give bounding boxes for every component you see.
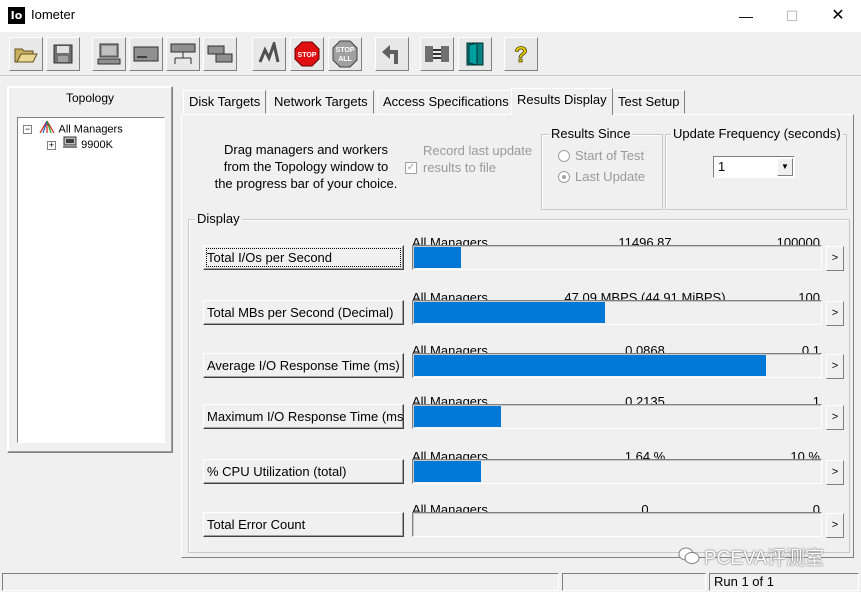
new-network-worker-button[interactable] bbox=[166, 37, 200, 71]
last-update-radio[interactable] bbox=[558, 171, 570, 183]
new-disk-worker-button[interactable] bbox=[129, 37, 163, 71]
metric-bar[interactable] bbox=[412, 512, 822, 537]
metric-more-button[interactable]: > bbox=[826, 513, 844, 538]
exit-icon bbox=[463, 41, 487, 67]
start-display-manager-icon bbox=[96, 42, 122, 66]
tab-results-display[interactable]: Results Display bbox=[511, 88, 613, 115]
metric-more-button[interactable]: > bbox=[826, 246, 844, 271]
collapse-icon[interactable]: − bbox=[23, 125, 32, 134]
tree-label: 9900K bbox=[81, 138, 113, 151]
results-since-title: Results Since bbox=[549, 126, 633, 141]
topology-panel: Topology − All Managers + 9900K bbox=[7, 86, 173, 453]
metric-more-button[interactable]: > bbox=[826, 301, 844, 326]
metric-bar[interactable] bbox=[412, 300, 822, 325]
save-disk-icon bbox=[52, 43, 74, 65]
update-frequency-title: Update Frequency (seconds) bbox=[671, 126, 843, 141]
maximize-button[interactable]: ☐ bbox=[769, 0, 815, 32]
svg-text:STOP: STOP bbox=[336, 47, 355, 54]
update-frequency-select[interactable]: 1 ▼ bbox=[713, 156, 795, 178]
tab-network-targets[interactable]: Network Targets bbox=[268, 90, 374, 114]
svg-text:ALL: ALL bbox=[338, 56, 352, 63]
update-frequency-value: 1 bbox=[718, 159, 726, 174]
title-bar: Io Iometer — ☐ ✕ bbox=[0, 0, 861, 32]
duplicate-worker-icon bbox=[206, 43, 234, 65]
open-folder-icon bbox=[13, 43, 39, 65]
last-update-label: Last Update bbox=[575, 169, 646, 184]
metric-select-button[interactable]: % CPU Utilization (total) bbox=[203, 459, 404, 484]
run-status: Run 1 of 1 bbox=[709, 573, 859, 591]
metric-select-button[interactable]: Total I/Os per Second bbox=[203, 245, 404, 270]
workers-button[interactable] bbox=[420, 37, 454, 71]
tab-access-specifications[interactable]: Access Specifications bbox=[377, 90, 515, 114]
display-label: Display bbox=[195, 211, 242, 226]
toolbar: STOP STOP ALL ? bbox=[0, 32, 861, 76]
start-of-test-radio[interactable] bbox=[558, 150, 570, 162]
tab-test-setup[interactable]: Test Setup bbox=[612, 90, 686, 114]
save-button[interactable] bbox=[46, 37, 80, 71]
new-network-worker-icon bbox=[169, 42, 197, 66]
metric-bar[interactable] bbox=[412, 245, 822, 270]
metric-bar-fill bbox=[414, 355, 766, 376]
expand-icon[interactable]: + bbox=[47, 140, 56, 150]
close-button[interactable]: ✕ bbox=[815, 0, 861, 32]
status-bar: Run 1 of 1 bbox=[0, 571, 861, 592]
topology-label: Topology bbox=[65, 91, 115, 105]
help-icon: ? bbox=[511, 41, 531, 67]
watermark: PCEVA评测室 bbox=[678, 543, 824, 571]
topology-tree[interactable]: − All Managers + 9900K bbox=[17, 117, 165, 443]
metric-bar[interactable] bbox=[412, 404, 822, 429]
minimize-button[interactable]: — bbox=[723, 0, 769, 32]
metric-select-button[interactable]: Total MBs per Second (Decimal) bbox=[203, 300, 404, 325]
record-last-checkbox[interactable]: ✓ bbox=[405, 162, 417, 174]
status-pane-middle bbox=[562, 573, 706, 591]
metric-select-button[interactable]: Maximum I/O Response Time (ms) bbox=[203, 404, 404, 429]
metric-bar-fill bbox=[414, 247, 461, 268]
tree-item-all-managers[interactable]: − All Managers bbox=[23, 120, 123, 135]
open-button[interactable] bbox=[9, 37, 43, 71]
stop-all-icon: STOP ALL bbox=[332, 40, 358, 68]
metric-bar-fill bbox=[414, 461, 481, 482]
svg-text:STOP: STOP bbox=[298, 52, 317, 59]
tree-label: All Managers bbox=[58, 123, 123, 136]
stop-button[interactable]: STOP bbox=[290, 37, 324, 71]
tab-disk-targets[interactable]: Disk Targets bbox=[183, 90, 267, 114]
start-tests-button[interactable] bbox=[252, 37, 286, 71]
watermark-text: PCEVA评测室 bbox=[704, 548, 825, 569]
metric-more-button[interactable]: > bbox=[826, 354, 844, 379]
tree-item-manager[interactable]: + 9900K bbox=[47, 136, 113, 151]
metric-bar-fill bbox=[414, 406, 501, 427]
app-icon: Io bbox=[8, 7, 25, 24]
reset-workers-icon bbox=[380, 42, 404, 66]
svg-text:?: ? bbox=[514, 42, 527, 67]
metric-select-button[interactable]: Total Error Count bbox=[203, 512, 404, 537]
metric-more-button[interactable]: > bbox=[826, 460, 844, 485]
start-tests-icon bbox=[257, 42, 281, 66]
status-pane-main bbox=[2, 573, 559, 591]
metric-bar[interactable] bbox=[412, 353, 822, 378]
metric-select-button[interactable]: Average I/O Response Time (ms) bbox=[203, 353, 404, 378]
workers-icon bbox=[423, 42, 451, 66]
help-button[interactable]: ? bbox=[504, 37, 538, 71]
drag-hint-text: Drag managers and workers from the Topol… bbox=[214, 142, 398, 191]
wechat-icon bbox=[678, 547, 700, 571]
stop-icon: STOP bbox=[294, 41, 320, 67]
computer-icon bbox=[62, 136, 78, 154]
window-title: Iometer bbox=[31, 7, 76, 22]
metric-more-button[interactable]: > bbox=[826, 405, 844, 430]
metric-bar-fill bbox=[414, 302, 605, 323]
reset-workers-button[interactable] bbox=[375, 37, 409, 71]
chevron-down-icon[interactable]: ▼ bbox=[777, 158, 793, 176]
duplicate-worker-button[interactable] bbox=[203, 37, 237, 71]
start-of-test-label: Start of Test bbox=[575, 148, 645, 163]
record-last-label: Record last update results to file bbox=[423, 143, 533, 175]
display-manager-button[interactable] bbox=[92, 37, 126, 71]
stop-all-button[interactable]: STOP ALL bbox=[328, 37, 362, 71]
exit-button[interactable] bbox=[458, 37, 492, 71]
metric-bar[interactable] bbox=[412, 459, 822, 484]
new-disk-worker-icon bbox=[132, 44, 160, 64]
